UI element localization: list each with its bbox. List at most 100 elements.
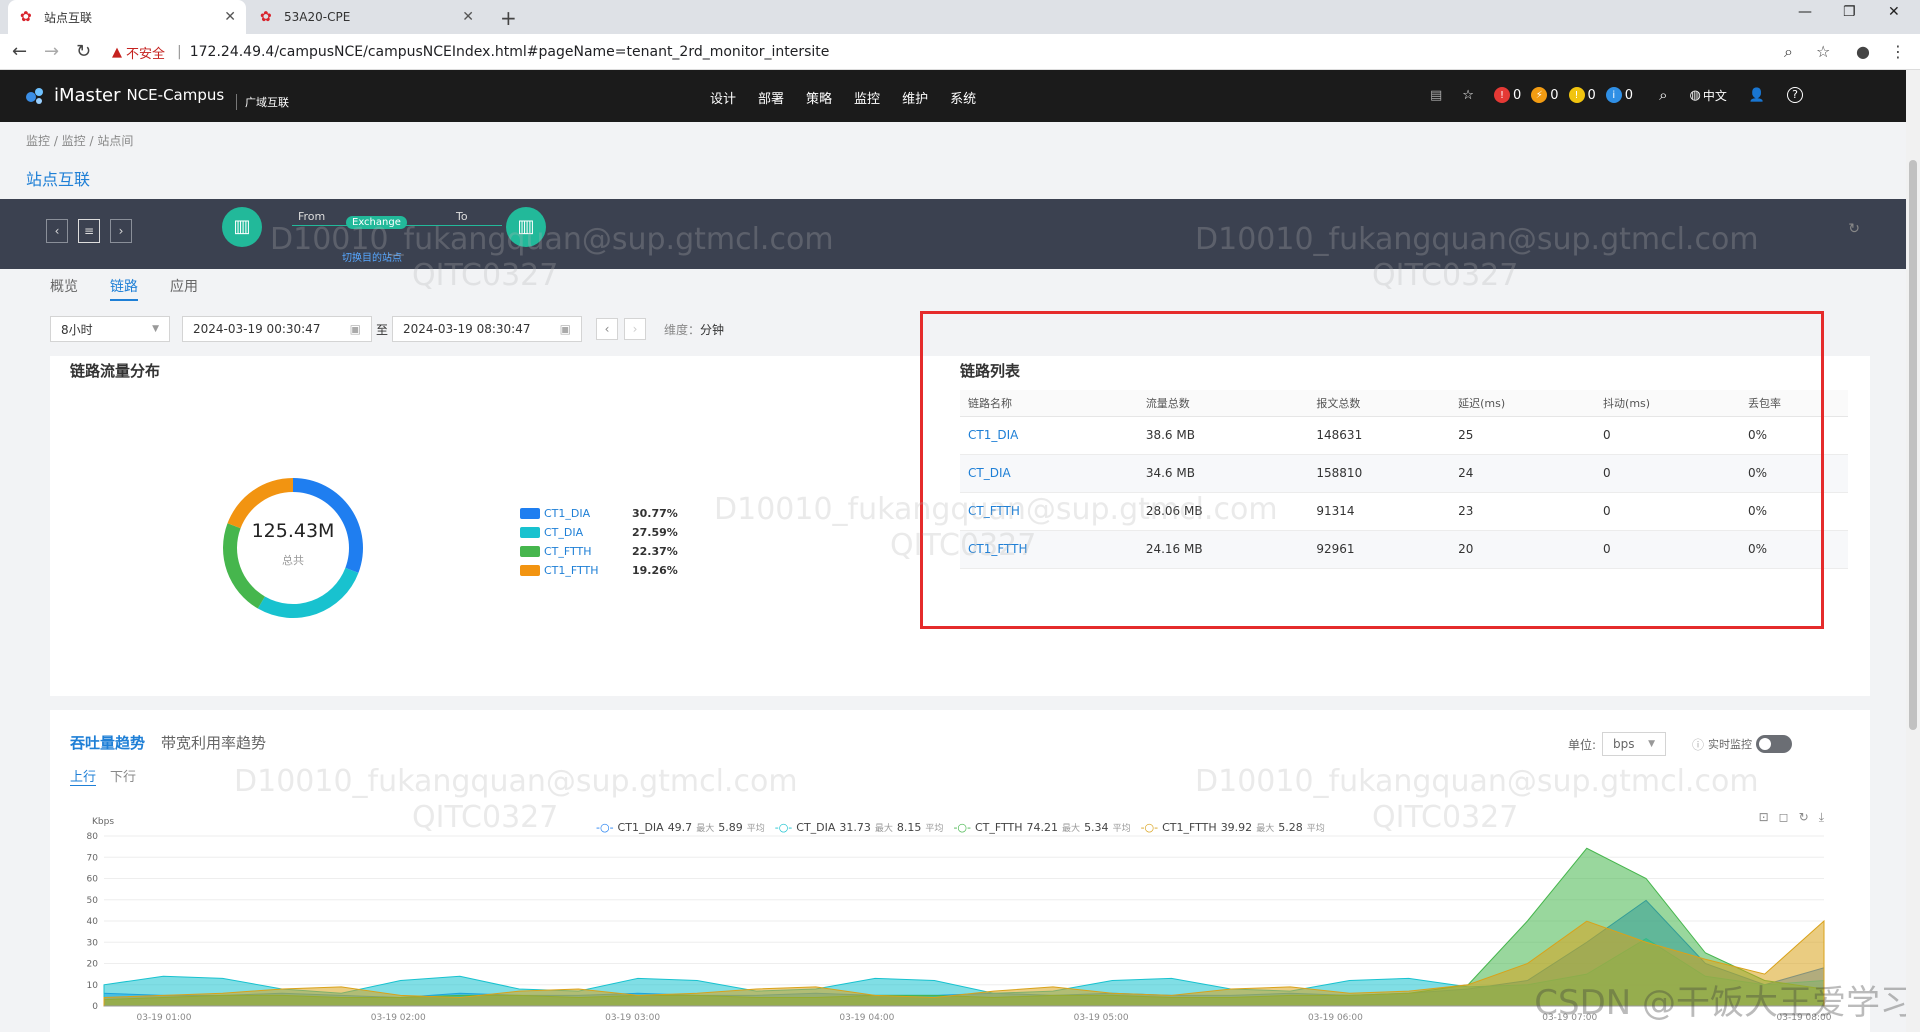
legend-percent: 22.37% [632,545,678,558]
realtime-toggle[interactable] [1756,735,1792,753]
url-separator: | [177,44,182,60]
x-tick-label: 03-19 05:00 [1074,1013,1129,1023]
globe-icon[interactable]: ◍ [1689,88,1700,103]
tab-downstream[interactable]: 下行 [110,766,136,786]
donut-total-label: 总共 [282,554,304,567]
task-icon[interactable]: ▤ [1430,88,1442,103]
unit-select[interactable]: bps ▼ [1601,732,1666,756]
menu-monitor[interactable]: 监控 [854,88,880,107]
refresh-icon[interactable]: ↻ [1848,221,1860,237]
next-icon[interactable]: › [110,219,132,243]
menu-policy[interactable]: 策略 [806,88,832,107]
minor-alarm-count: 0 [1587,87,1596,103]
close-tab-icon[interactable]: ✕ [462,9,474,25]
critical-alarm-count: 0 [1512,87,1522,103]
highlight-box [920,311,1824,629]
trend-tabs: 吞吐量趋势 带宽利用率趋势 [70,732,266,753]
legend-percent: 30.77% [632,507,678,520]
dimension-value: 分钟 [700,322,725,337]
end-time-input[interactable]: 2024-03-19 08:30:47 ▣ [392,316,583,342]
close-window-icon[interactable]: ✕ [1888,4,1900,20]
logo-sub-text: NCE-Campus [126,86,225,104]
page-title: 站点互联 [26,170,91,189]
unit-value: bps [1612,737,1635,751]
legend-name: CT_DIA [544,526,584,539]
tab-applications[interactable]: 应用 [170,276,198,301]
tab-bandwidth-trend[interactable]: 带宽利用率趋势 [161,732,266,753]
legend-item[interactable]: CT1_FTTH 19.26% [520,561,678,580]
time-range-select[interactable]: 8小时 ▼ [50,316,170,342]
zoom-icon[interactable]: ⌕ [1784,42,1793,62]
new-tab-icon[interactable]: + [500,6,517,30]
logo-main-text: iMaster [54,84,121,106]
minor-alarm-icon[interactable]: ! [1568,87,1585,103]
close-tab-icon[interactable]: ✕ [224,9,236,25]
dimension-label: 维度： [664,322,701,337]
start-time-input[interactable]: 2024-03-19 00:30:47 ▣ [182,316,372,342]
header-tools: ▤ ☆ ! 0 ⚡ 0 ! 0 i 0 ⌕ ◍ 中文 👤 ? [1430,86,1804,104]
csdn-watermark: CSDN @干饭大王爱学习 [1534,983,1914,1023]
url-field[interactable]: ▲ 不安全 | 172.24.49.4/campusNCE/campusNCEI… [112,40,1812,64]
menu-design[interactable]: 设计 [710,88,736,107]
chevron-down-icon: ▼ [152,324,159,334]
source-site-icon[interactable]: ▥ [222,207,262,247]
search-icon[interactable]: ⌕ [1659,86,1667,104]
breadcrumb: 监控 / 监控 / 站点间 [26,134,134,148]
menu-system[interactable]: 系统 [950,88,976,107]
huawei-logo-icon: ✿ [260,9,272,25]
menu-maintain[interactable]: 维护 [902,88,928,107]
not-secure-label: 不安全 [126,46,166,62]
app-logo[interactable]: iMaster NCE-Campus [24,84,224,106]
minimize-icon[interactable]: — [1798,4,1812,20]
profile-icon[interactable]: ● [1856,42,1870,61]
next-period-button[interactable]: › [624,318,647,340]
tab-upstream[interactable]: 上行 [70,766,97,786]
switch-destination-link[interactable]: 切换目的站点 [342,249,402,264]
x-tick-label: 03-19 02:00 [371,1013,426,1023]
legend-item[interactable]: CT1_DIA 30.77% [520,504,678,523]
info-alarm-icon[interactable]: i [1605,87,1622,103]
y-tick-label: 60 [87,875,99,885]
reload-icon[interactable]: ↻ [76,41,91,62]
chevron-down-icon: ▼ [1648,739,1655,749]
direction-tabs: 上行 下行 [70,766,136,786]
scrollbar-thumb[interactable] [1909,160,1917,730]
browser-tab-active[interactable]: ✿ 站点互联 ✕ [8,0,246,34]
back-icon[interactable]: ← [12,41,27,62]
language-switch[interactable]: 中文 [1703,87,1727,104]
destination-site-icon[interactable]: ▥ [506,207,546,247]
forward-icon[interactable]: → [44,41,59,62]
list-icon[interactable]: ≡ [78,219,100,243]
legend-item[interactable]: CT_DIA 27.59% [520,523,678,542]
tab-links[interactable]: 链路 [110,276,138,301]
x-tick-label: 03-19 04:00 [839,1013,894,1023]
bookmark-star-icon[interactable]: ☆ [1816,42,1830,61]
prev-period-button[interactable]: ‹ [596,318,619,340]
legend-percent: 19.26% [632,564,678,577]
major-alarm-icon[interactable]: ⚡ [1531,87,1548,103]
legend-item[interactable]: CT_FTTH 22.37% [520,542,678,561]
main-menu: 设计 部署 策略 监控 维护 系统 [710,88,976,107]
restore-icon[interactable]: ❐ [1843,4,1856,20]
user-icon[interactable]: 👤 [1749,88,1765,103]
legend-percent: 27.59% [632,526,678,539]
tab-overview[interactable]: 概览 [50,276,78,301]
y-tick-label: 70 [87,853,99,863]
browser-tab[interactable]: ✿ 53A20-CPE ✕ [248,0,484,34]
tab-throughput-trend[interactable]: 吞吐量趋势 [70,732,145,753]
legend-name: CT_FTTH [544,545,592,558]
favorite-icon[interactable]: ☆ [1462,88,1474,103]
sub-tabs: 概览 链路 应用 [50,276,198,301]
donut-slice-ct_dia[interactable] [257,567,359,618]
prev-icon[interactable]: ‹ [46,219,68,243]
y-tick-label: 80 [87,832,99,842]
donut-total-value: 125.43M [251,520,335,542]
page-scrollbar[interactable] [1906,70,1920,1032]
critical-alarm-icon[interactable]: ! [1493,87,1510,103]
menu-deploy[interactable]: 部署 [758,88,784,107]
legend-swatch [520,565,540,576]
x-tick-label: 03-19 03:00 [605,1013,660,1023]
exchange-badge: Exchange [346,216,407,229]
help-icon[interactable]: ? [1787,87,1804,103]
browser-menu-icon[interactable]: ⋮ [1890,42,1906,61]
